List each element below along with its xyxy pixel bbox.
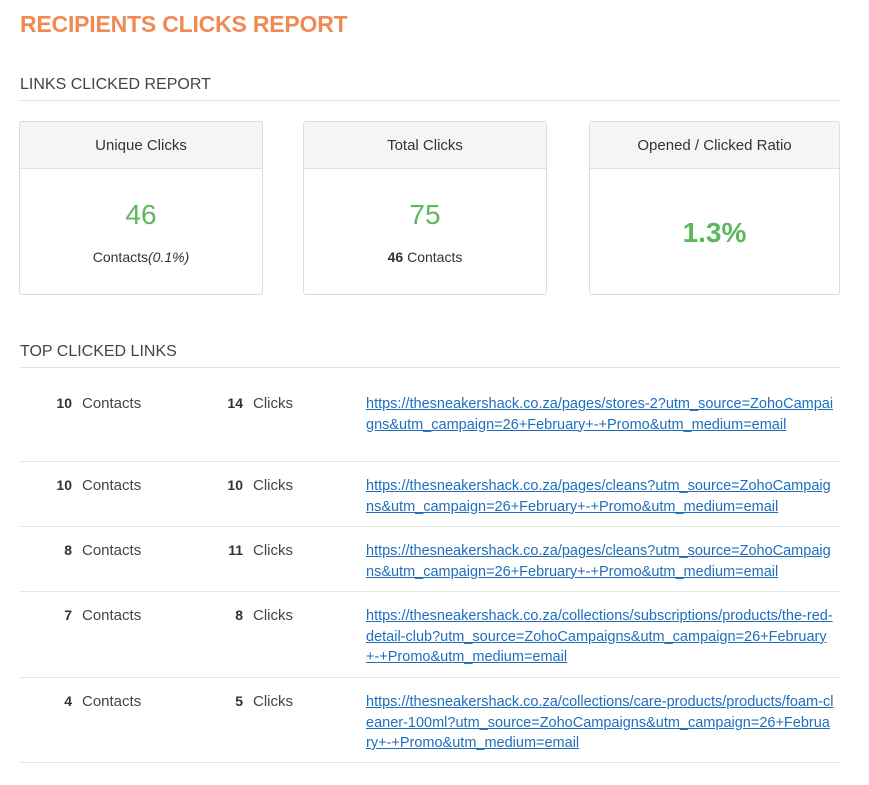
row-contacts-label: Contacts: [82, 542, 142, 559]
open-click-ratio-card: Opened / Clicked Ratio 1.3%: [589, 121, 840, 295]
table-row: 10 Contacts 14 Clicks https://thesneaker…: [19, 380, 840, 462]
row-contacts-label: Contacts: [82, 395, 142, 412]
row-clicks-count[interactable]: 10: [190, 477, 243, 493]
table-row: 4 Contacts 5 Clicks https://thesneakersh…: [19, 678, 840, 763]
row-contacts-label: Contacts: [82, 477, 142, 494]
row-clicks-label: Clicks: [253, 477, 293, 494]
unique-clicks-value[interactable]: 46: [20, 199, 262, 231]
table-row: 7 Contacts 8 Clicks https://thesneakersh…: [19, 592, 840, 678]
page-title: RECIPIENTS CLICKS REPORT: [20, 11, 348, 37]
unique-clicks-title: Unique Clicks: [20, 122, 262, 169]
unique-clicks-percent: (0.1%): [148, 249, 190, 265]
row-link-url[interactable]: https://thesneakershack.co.za/pages/stor…: [366, 394, 834, 435]
total-clicks-contacts-count: 46: [387, 249, 404, 265]
row-contacts-count[interactable]: 10: [19, 395, 72, 411]
row-clicks-count[interactable]: 5: [190, 693, 243, 709]
row-contacts-count[interactable]: 10: [19, 477, 72, 493]
row-clicks-label: Clicks: [253, 607, 293, 624]
row-contacts-label: Contacts: [82, 607, 142, 624]
total-clicks-title: Total Clicks: [304, 122, 546, 169]
unique-clicks-subtext: Contacts(0.1%): [20, 249, 262, 265]
links-clicked-report-heading: LINKS CLICKED REPORT: [20, 76, 840, 101]
row-contacts-count[interactable]: 8: [19, 542, 72, 558]
row-clicks-count[interactable]: 14: [190, 395, 243, 411]
row-link-url[interactable]: https://thesneakershack.co.za/pages/clea…: [366, 541, 834, 582]
row-link-url[interactable]: https://thesneakershack.co.za/collection…: [366, 692, 834, 754]
top-clicked-links-table: 10 Contacts 14 Clicks https://thesneaker…: [19, 380, 840, 763]
total-clicks-value[interactable]: 75: [304, 199, 546, 231]
row-clicks-label: Clicks: [253, 395, 293, 412]
table-row: 10 Contacts 10 Clicks https://thesneaker…: [19, 462, 840, 527]
unique-clicks-card: Unique Clicks 46 Contacts(0.1%): [19, 121, 263, 295]
total-clicks-card: Total Clicks 75 46 Contacts: [303, 121, 547, 295]
row-link-url[interactable]: https://thesneakershack.co.za/pages/clea…: [366, 476, 834, 517]
row-clicks-count[interactable]: 11: [190, 542, 243, 558]
top-clicked-links-heading: TOP CLICKED LINKS: [20, 343, 840, 368]
total-clicks-subtext: 46 Contacts: [304, 249, 546, 265]
row-link-url[interactable]: https://thesneakershack.co.za/collection…: [366, 606, 834, 668]
row-clicks-label: Clicks: [253, 542, 293, 559]
open-click-ratio-title: Opened / Clicked Ratio: [590, 122, 839, 169]
open-click-ratio-value: 1.3%: [682, 217, 747, 248]
row-contacts-count[interactable]: 7: [19, 607, 72, 623]
total-clicks-contacts-label: Contacts: [407, 249, 463, 265]
table-row: 8 Contacts 11 Clicks https://thesneakers…: [19, 527, 840, 592]
unique-clicks-contacts-label: Contacts: [92, 249, 148, 265]
row-contacts-label: Contacts: [82, 693, 142, 710]
row-clicks-label: Clicks: [253, 693, 293, 710]
row-clicks-count[interactable]: 8: [190, 607, 243, 623]
row-contacts-count[interactable]: 4: [19, 693, 72, 709]
